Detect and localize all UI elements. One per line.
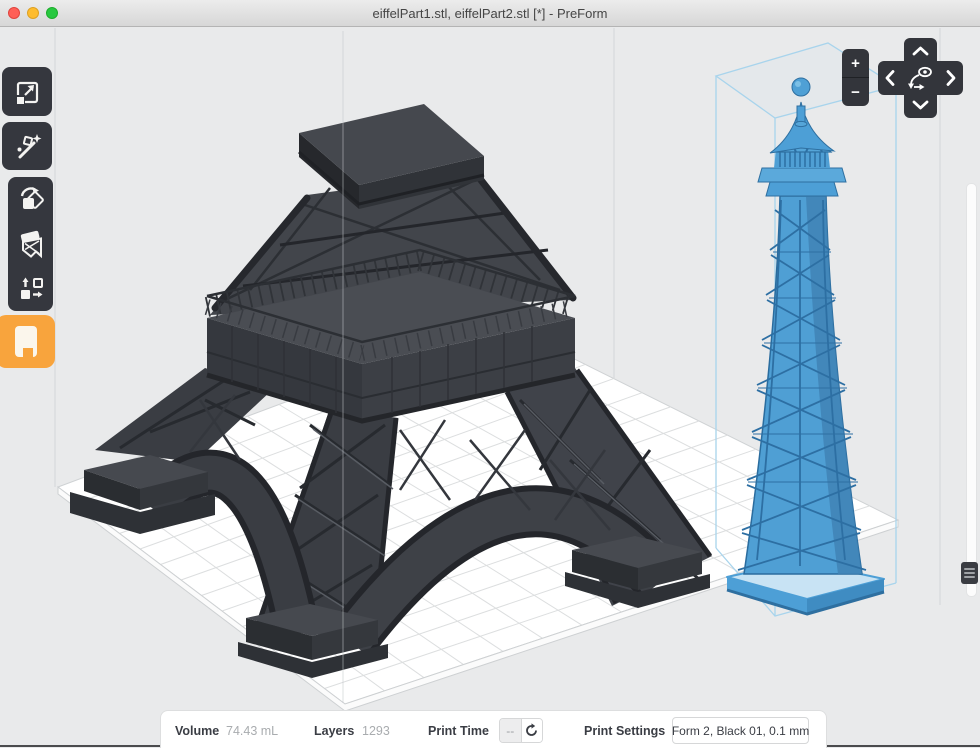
print-time-control: --: [499, 718, 543, 743]
layout-icon: [16, 274, 46, 304]
print-status-bar: Volume 74.43 mL Layers 1293 Print Time -…: [160, 710, 827, 748]
supports-icon: [16, 229, 46, 259]
layers-label: Layers: [314, 724, 354, 738]
tool-group: [8, 177, 53, 311]
orient-tool-button[interactable]: [8, 177, 53, 222]
zoom-in-button[interactable]: +: [842, 49, 869, 77]
size-tool-button[interactable]: [2, 67, 52, 116]
one-click-print-button[interactable]: [2, 122, 52, 170]
print-settings-label: Print Settings: [584, 724, 665, 738]
layout-tool-button[interactable]: [8, 266, 53, 311]
layers-value: 1293: [362, 724, 390, 738]
volume-label: Volume: [175, 724, 219, 738]
cartridge-icon: [10, 324, 42, 360]
menu-lines-icon: [964, 568, 975, 570]
refresh-icon: [524, 723, 539, 738]
supports-tool-button[interactable]: [8, 222, 53, 267]
layer-slider-track[interactable]: [966, 183, 977, 597]
view-navigation-pad[interactable]: [877, 37, 964, 119]
print-time-label: Print Time: [428, 724, 489, 738]
preform-window: + −: [0, 0, 980, 747]
zoom-out-button[interactable]: −: [842, 78, 869, 106]
orient-icon: [16, 184, 46, 214]
window-title: eiffelPart1.stl, eiffelPart2.stl [*] - P…: [0, 6, 980, 21]
volume-value: 74.43 mL: [226, 724, 278, 738]
scale-icon: [12, 77, 42, 107]
print-settings-button[interactable]: Form 2, Black 01, 0.1 mm: [672, 717, 809, 744]
viewport-3d[interactable]: [0, 0, 980, 747]
magic-wand-icon: [12, 131, 42, 161]
menu-lines-icon: [964, 576, 975, 578]
layer-slider-handle[interactable]: [961, 562, 978, 584]
material-button-active[interactable]: [0, 315, 55, 368]
titlebar: eiffelPart1.stl, eiffelPart2.stl [*] - P…: [0, 0, 980, 27]
menu-lines-icon: [964, 572, 975, 574]
print-time-refresh-button[interactable]: [522, 719, 543, 742]
print-time-value: --: [500, 719, 522, 742]
zoom-control: + −: [842, 49, 869, 106]
